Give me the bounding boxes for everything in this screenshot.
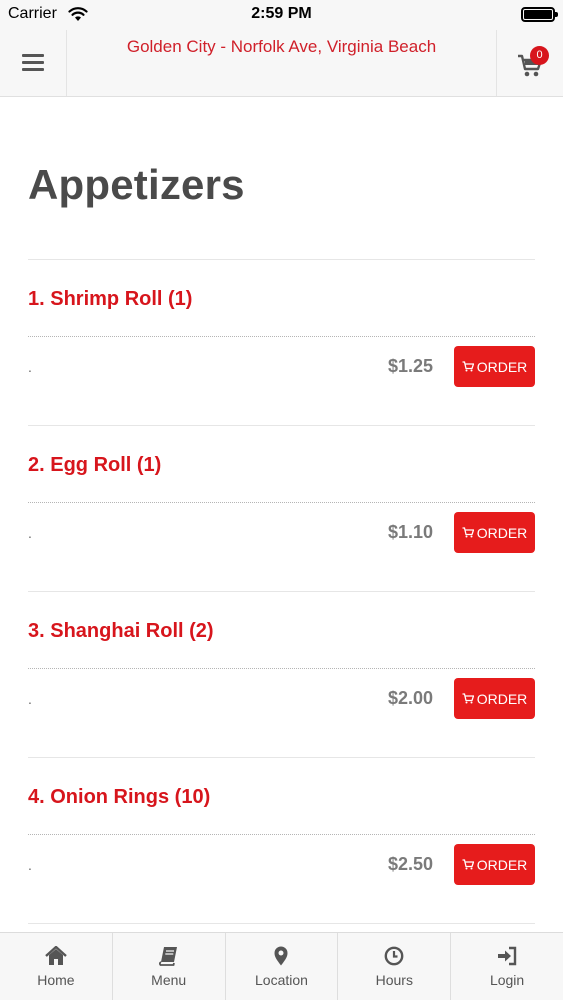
book-icon	[158, 947, 177, 966]
tab-login[interactable]: Login	[451, 933, 563, 1000]
item-divider	[28, 923, 535, 924]
order-button-label: ORDER	[476, 358, 528, 375]
tab-home[interactable]: Home	[0, 933, 113, 1000]
clock-icon	[384, 946, 404, 966]
order-button-label: ORDER	[476, 690, 528, 707]
order-button-label: ORDER	[476, 524, 528, 541]
cart-count-badge: 0	[530, 46, 549, 65]
dotted-divider	[28, 834, 535, 835]
menu-item: 4. Onion Rings (10) . $2.50 ORDER	[28, 758, 535, 924]
item-description: .	[28, 359, 32, 375]
login-icon	[498, 946, 517, 966]
tab-label: Login	[489, 972, 525, 988]
tab-label: Menu	[151, 972, 187, 988]
menu-item: 2. Egg Roll (1) . $1.10 ORDER	[28, 426, 535, 592]
item-price: $2.00	[387, 688, 433, 708]
item-description: .	[28, 525, 32, 541]
item-price: $1.25	[387, 356, 433, 376]
item-description: .	[28, 691, 32, 707]
item-name: 1. Shrimp Roll (1)	[28, 288, 193, 310]
item-name: 4. Onion Rings (10)	[28, 786, 211, 808]
item-price: $1.10	[387, 522, 433, 542]
restaurant-title: Golden City - Norfolk Ave, Virginia Beac…	[126, 37, 437, 56]
page-title: Appetizers	[28, 161, 245, 208]
map-pin-icon	[274, 946, 288, 966]
order-button[interactable]: ORDER	[454, 346, 535, 387]
menu-content[interactable]: Appetizers 1. Shrimp Roll (1) . $1.25 OR…	[0, 97, 563, 932]
tab-label: Location	[255, 972, 308, 988]
menu-item: 1. Shrimp Roll (1) . $1.25 ORDER	[28, 260, 535, 426]
battery-icon	[521, 7, 558, 22]
home-icon	[45, 946, 67, 965]
item-price: $2.50	[387, 854, 433, 874]
order-button[interactable]: ORDER	[454, 844, 535, 885]
tab-location[interactable]: Location	[226, 933, 339, 1000]
item-name: 3. Shanghai Roll (2)	[28, 620, 214, 642]
dotted-divider	[28, 668, 535, 669]
tab-label: Home	[37, 972, 75, 988]
app-header: Golden City - Norfolk Ave, Virginia Beac…	[0, 30, 563, 97]
tab-menu[interactable]: Menu	[113, 933, 226, 1000]
cart-icon	[462, 859, 474, 870]
order-button[interactable]: ORDER	[454, 512, 535, 553]
cart-icon	[462, 693, 474, 704]
menu-item: 3. Shanghai Roll (2) . $2.00 ORDER	[28, 592, 535, 758]
item-description: .	[28, 857, 32, 873]
item-name: 2. Egg Roll (1)	[28, 454, 162, 476]
order-button-label: ORDER	[476, 856, 528, 873]
tab-label: Hours	[375, 972, 413, 988]
dotted-divider	[28, 502, 535, 503]
dotted-divider	[28, 336, 535, 337]
clock-time: 2:59 PM	[251, 5, 312, 22]
menu-toggle-button[interactable]	[0, 30, 67, 96]
cart-button[interactable]: 0	[496, 30, 563, 96]
cart-icon	[462, 527, 474, 538]
hamburger-icon	[22, 54, 44, 72]
order-button[interactable]: ORDER	[454, 678, 535, 719]
bottom-tab-bar: Home Menu Location Hours Login	[0, 932, 563, 1000]
tab-hours[interactable]: Hours	[338, 933, 452, 1000]
cart-icon	[462, 361, 474, 372]
status-bar: Carrier 2:59 PM	[0, 0, 563, 30]
